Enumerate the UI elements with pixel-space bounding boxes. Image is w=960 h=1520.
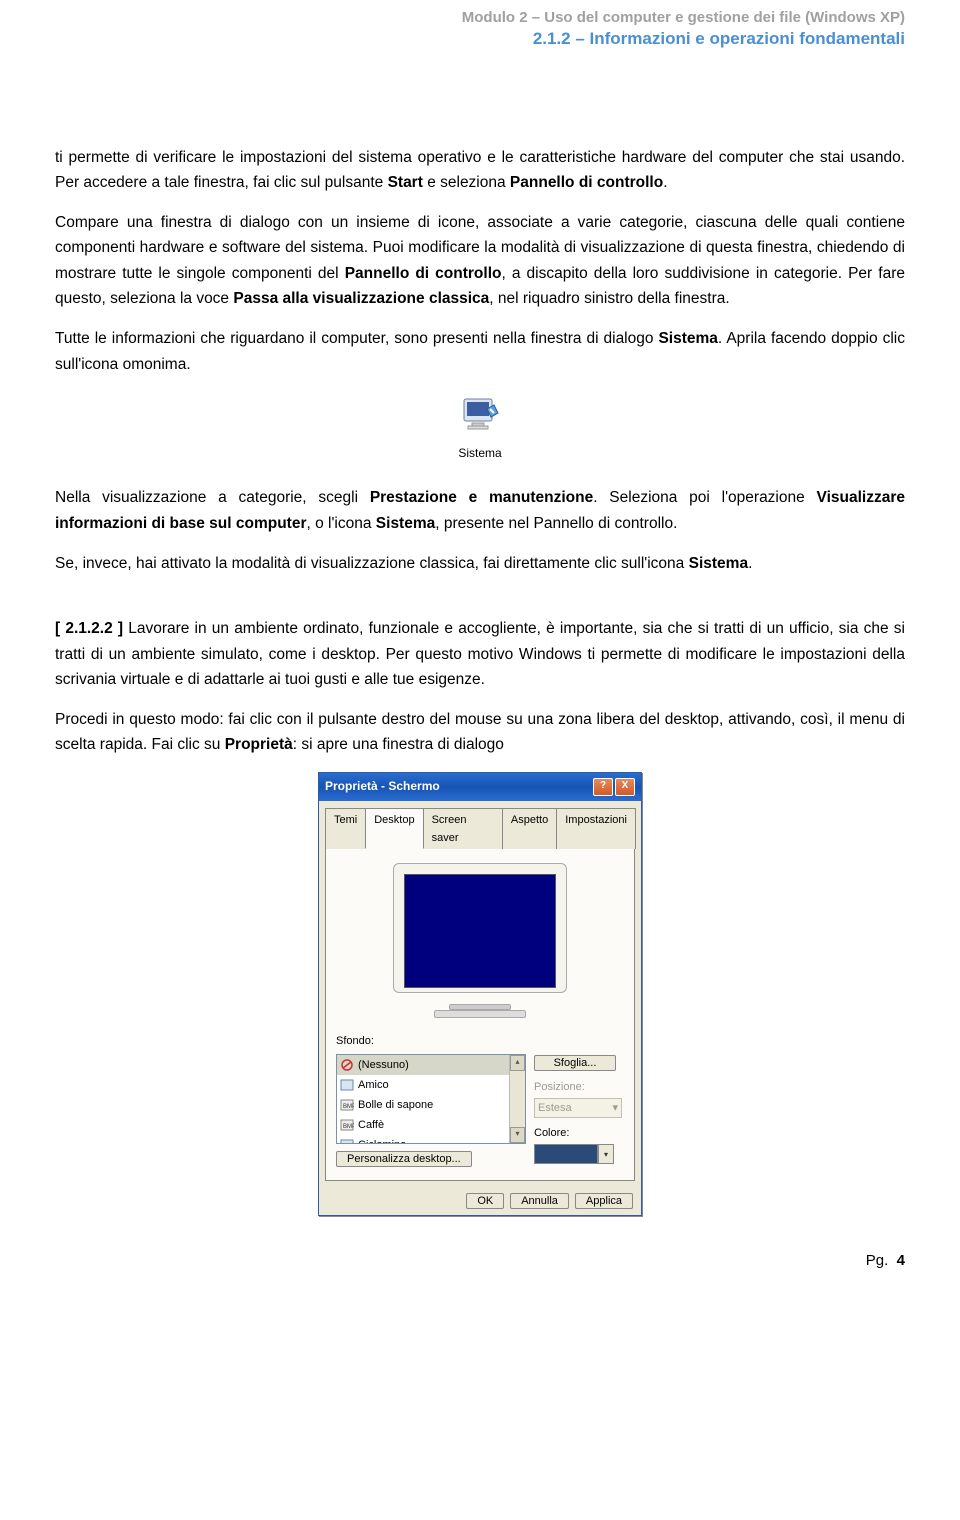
dialog-footer: OK Annulla Applica (319, 1187, 641, 1215)
dialog-tabs: Temi Desktop Screen saver Aspetto Impost… (319, 801, 641, 848)
background-listbox[interactable]: (Nessuno) Amico BMP Bolle di sapone (336, 1054, 526, 1144)
personalize-desktop-button[interactable]: Personalizza desktop... (336, 1151, 472, 1167)
paragraph: Se, invece, hai attivato la modalità di … (55, 551, 905, 577)
monitor-screen-icon (404, 874, 556, 988)
header-module: Modulo 2 – Uso del computer e gestione d… (55, 8, 905, 28)
position-label: Posizione: (534, 1078, 624, 1096)
list-item[interactable]: Amico (337, 1075, 525, 1095)
svg-text:BMP: BMP (343, 1104, 354, 1110)
listbox-scrollbar[interactable]: ▴ ▾ (509, 1055, 525, 1143)
close-button[interactable]: X (615, 778, 635, 796)
position-select: Estesa ▾ (534, 1098, 622, 1118)
scroll-up-icon[interactable]: ▴ (510, 1055, 525, 1071)
cancel-button[interactable]: Annulla (510, 1193, 569, 1209)
paragraph: [ 2.1.2.2 ] Lavorare in un ambiente ordi… (55, 616, 905, 693)
tab-panel-desktop: Sfondo: (Nessuno) (325, 848, 635, 1181)
header-section: 2.1.2 – Informazioni e operazioni fondam… (55, 28, 905, 50)
list-item[interactable]: BMP Caffè (337, 1115, 525, 1135)
dialog-title: Proprietà - Schermo (325, 777, 440, 797)
none-icon (340, 1059, 354, 1071)
tab-temi[interactable]: Temi (325, 808, 366, 849)
monitor-preview (336, 859, 624, 1028)
image-file-icon (340, 1139, 354, 1143)
display-properties-dialog: Proprietà - Schermo ? X Temi Desktop Scr… (318, 772, 642, 1216)
svg-text:BMP: BMP (343, 1124, 354, 1130)
list-item[interactable]: (Nessuno) (337, 1055, 525, 1075)
page-footer: Pg. 4 (55, 1252, 905, 1269)
bitmap-file-icon: BMP (340, 1099, 354, 1111)
list-item[interactable]: BMP Bolle di sapone (337, 1095, 525, 1115)
paragraph: Procedi in questo modo: fai clic con il … (55, 707, 905, 758)
sistema-icon-block: Sistema (55, 395, 905, 463)
dialog-titlebar[interactable]: Proprietà - Schermo ? X (319, 773, 641, 801)
document-body: ti permette di verificare le impostazion… (55, 145, 905, 1216)
color-swatch[interactable] (534, 1144, 598, 1164)
ok-button[interactable]: OK (466, 1193, 504, 1209)
sistema-icon (460, 395, 500, 433)
tab-impostazioni[interactable]: Impostazioni (556, 808, 636, 849)
paragraph: ti permette di verificare le impostazion… (55, 145, 905, 196)
help-button[interactable]: ? (593, 778, 613, 796)
paragraph: Tutte le informazioni che riguardano il … (55, 326, 905, 377)
scroll-down-icon[interactable]: ▾ (510, 1127, 525, 1143)
color-dropdown-button[interactable]: ▾ (598, 1144, 614, 1164)
sfondo-label: Sfondo: (336, 1032, 624, 1050)
color-label: Colore: (534, 1124, 624, 1142)
browse-button[interactable]: Sfoglia... (534, 1055, 616, 1071)
tab-aspetto[interactable]: Aspetto (502, 808, 557, 849)
sistema-icon-label: Sistema (55, 444, 905, 464)
tab-screensaver[interactable]: Screen saver (423, 808, 503, 849)
paragraph: Nella visualizzazione a categorie, scegl… (55, 485, 905, 536)
bitmap-file-icon: BMP (340, 1119, 354, 1131)
chevron-down-icon: ▾ (612, 1099, 618, 1117)
page-header: Modulo 2 – Uso del computer e gestione d… (55, 0, 905, 50)
image-file-icon (340, 1079, 354, 1091)
list-item[interactable]: Ciclamino (337, 1135, 525, 1143)
apply-button[interactable]: Applica (575, 1193, 633, 1209)
tab-desktop[interactable]: Desktop (365, 808, 423, 849)
paragraph: Compare una finestra di dialogo con un i… (55, 210, 905, 312)
